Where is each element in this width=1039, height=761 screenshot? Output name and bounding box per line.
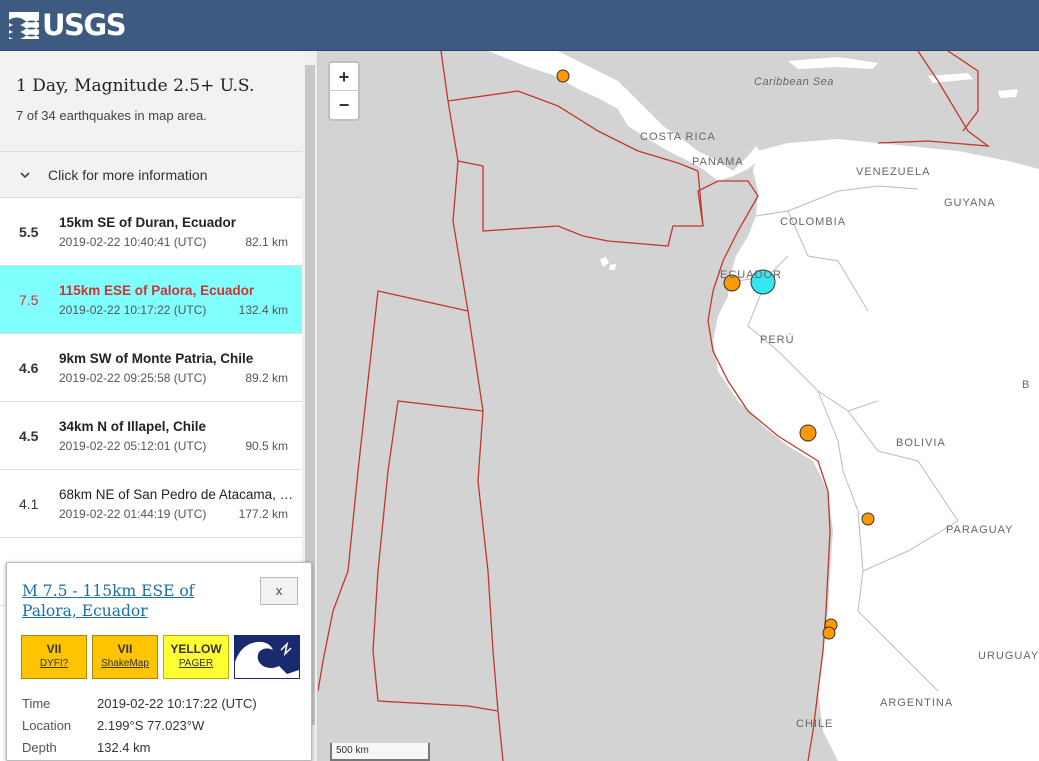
dyfi-badge[interactable]: VII DYFI? <box>21 635 87 679</box>
earthquake-list-item-selected[interactable]: 7.5 115km ESE of Palora, Ecuador 2019-02… <box>0 266 302 334</box>
map-label-uruguay: URUGUAY <box>978 650 1039 662</box>
earthquake-magnitude: 7.5 <box>19 292 39 308</box>
popup-details: Time 2019-02-22 10:17:22 (UTC) Location … <box>22 696 257 761</box>
earthquake-magnitude: 4.6 <box>19 360 39 376</box>
earthquake-time: 2019-02-22 09:25:58 (UTC) <box>59 371 207 385</box>
badge-label: DYFI? <box>39 658 69 669</box>
earthquake-time: 2019-02-22 10:17:22 (UTC) <box>59 303 207 317</box>
earthquake-time: 2019-02-22 05:12:01 (UTC) <box>59 439 207 453</box>
earthquake-marker <box>861 512 875 526</box>
badge-label: ShakeMap <box>101 658 149 669</box>
detail-value: 132.4 km <box>97 740 151 755</box>
map-label-paraguay: PARAGUAY <box>946 524 1014 536</box>
chevron-down-icon <box>20 171 30 178</box>
zoom-control: + − <box>328 61 360 121</box>
caribbean-island <box>788 57 878 69</box>
earthquake-magnitude: 4.1 <box>19 496 39 512</box>
usgs-logo[interactable]: USGS <box>9 8 127 42</box>
map-label-chile: CHILE <box>796 718 834 730</box>
detail-label: Location <box>22 718 72 733</box>
map-label-ecuador: ECUADOR <box>720 269 783 281</box>
map-label-costa-rica: COSTA RICA <box>640 131 716 143</box>
more-info-label: Click for more information <box>48 166 208 183</box>
popup-close-button[interactable]: x <box>260 577 298 605</box>
map-label-peru: PERÚ <box>760 334 795 346</box>
earthquake-place: 9km SW of Monte Patria, Chile <box>59 351 254 366</box>
site-header: USGS <box>0 0 1039 51</box>
detail-row-time: Time 2019-02-22 10:17:22 (UTC) <box>22 696 257 718</box>
list-header: 1 Day, Magnitude 2.5+ U.S. 7 of 34 earth… <box>0 51 317 152</box>
earthquake-marker <box>556 69 570 83</box>
earthquake-place: 15km SE of Duran, Ecuador <box>59 215 237 230</box>
caribbean-island <box>928 73 973 83</box>
earthquake-list-item[interactable]: 5.5 15km SE of Duran, Ecuador 2019-02-22… <box>0 198 302 266</box>
shakemap-badge[interactable]: VII ShakeMap <box>92 635 158 679</box>
earthquake-place: 34km N of Illapel, Chile <box>59 419 207 434</box>
earthquake-list-item[interactable]: 4.6 9km SW of Monte Patria, Chile 2019-0… <box>0 334 302 402</box>
badge-value: VII <box>117 642 133 656</box>
earthquake-marker <box>799 424 817 442</box>
map-label-guyana: GUYANA <box>944 197 996 209</box>
earthquake-place: 115km ESE of Palora, Ecuador <box>59 283 255 298</box>
tsunami-wave-icon <box>235 636 299 678</box>
map-scale: 500 km <box>330 743 430 761</box>
badge-value: YELLOW <box>170 642 222 656</box>
earthquake-depth: 90.5 km <box>245 439 288 453</box>
detail-value: 2.199°S 77.023°W <box>97 718 205 733</box>
usgs-wave-icon <box>9 12 39 39</box>
basemap <box>318 51 1039 761</box>
badge-label: PAGER <box>178 658 214 669</box>
map-label-colombia: COLOMBIA <box>780 216 847 228</box>
map-label-brazil: B <box>1022 379 1031 391</box>
galapagos-islands <box>609 264 616 270</box>
more-info-toggle[interactable]: Click for more information <box>0 152 317 198</box>
usgs-logo-text: USGS <box>42 8 127 42</box>
tsunami-badge[interactable] <box>234 635 300 679</box>
map-label-argentina: ARGENTINA <box>880 697 954 709</box>
earthquake-magnitude: 4.5 <box>19 428 39 444</box>
caribbean-island <box>998 89 1018 98</box>
earthquake-list-item[interactable]: 4.5 34km N of Illapel, Chile 2019-02-22 … <box>0 402 302 470</box>
earthquake-time: 2019-02-22 10:40:41 (UTC) <box>59 235 207 249</box>
detail-label: Time <box>22 696 51 711</box>
earthquake-magnitude: 5.5 <box>19 224 39 240</box>
earthquake-popup: M 7.5 - 115km ESE of Palora, Ecuador x V… <box>6 562 312 761</box>
zoom-in-button[interactable]: + <box>330 63 358 91</box>
earthquake-depth: 82.1 km <box>245 235 288 249</box>
list-title: 1 Day, Magnitude 2.5+ U.S. <box>16 76 255 96</box>
zoom-out-button[interactable]: − <box>330 91 358 119</box>
galapagos-islands <box>600 257 609 267</box>
detail-row-depth: Depth 132.4 km <box>22 740 257 761</box>
map-label-panama: PANAMA <box>692 156 744 168</box>
earthquake-place: 68km NE of San Pedro de Atacama, Chile <box>59 487 294 502</box>
detail-label: Depth <box>22 740 57 755</box>
detail-row-location: Location 2.199°S 77.023°W <box>22 718 257 740</box>
map-label-bolivia: BOLIVIA <box>896 437 946 449</box>
impact-badges: VII DYFI? VII ShakeMap YELLOW PAGER <box>21 635 305 679</box>
earthquake-list-item[interactable]: 4.1 68km NE of San Pedro de Atacama, Chi… <box>0 470 302 538</box>
map-label-caribbean-sea: Caribbean Sea <box>754 76 834 88</box>
earthquake-depth: 89.2 km <box>245 371 288 385</box>
earthquake-time: 2019-02-22 01:44:19 (UTC) <box>59 507 207 521</box>
earthquake-marker <box>822 626 836 640</box>
map-label-venezuela: VENEZUELA <box>856 166 931 178</box>
map-view[interactable]: + − Caribbean Sea COSTA RICA PANAMA VENE… <box>318 51 1039 761</box>
earthquake-depth: 132.4 km <box>238 303 288 317</box>
list-count: 7 of 34 earthquakes in map area. <box>16 108 207 123</box>
pager-badge[interactable]: YELLOW PAGER <box>163 635 229 679</box>
south-america-land <box>713 139 1039 761</box>
earthquake-depth: 177.2 km <box>238 507 288 521</box>
badge-value: VII <box>46 642 62 656</box>
detail-value: 2019-02-22 10:17:22 (UTC) <box>97 696 257 711</box>
popup-title-link[interactable]: M 7.5 - 115km ESE of Palora, Ecuador <box>22 581 242 621</box>
